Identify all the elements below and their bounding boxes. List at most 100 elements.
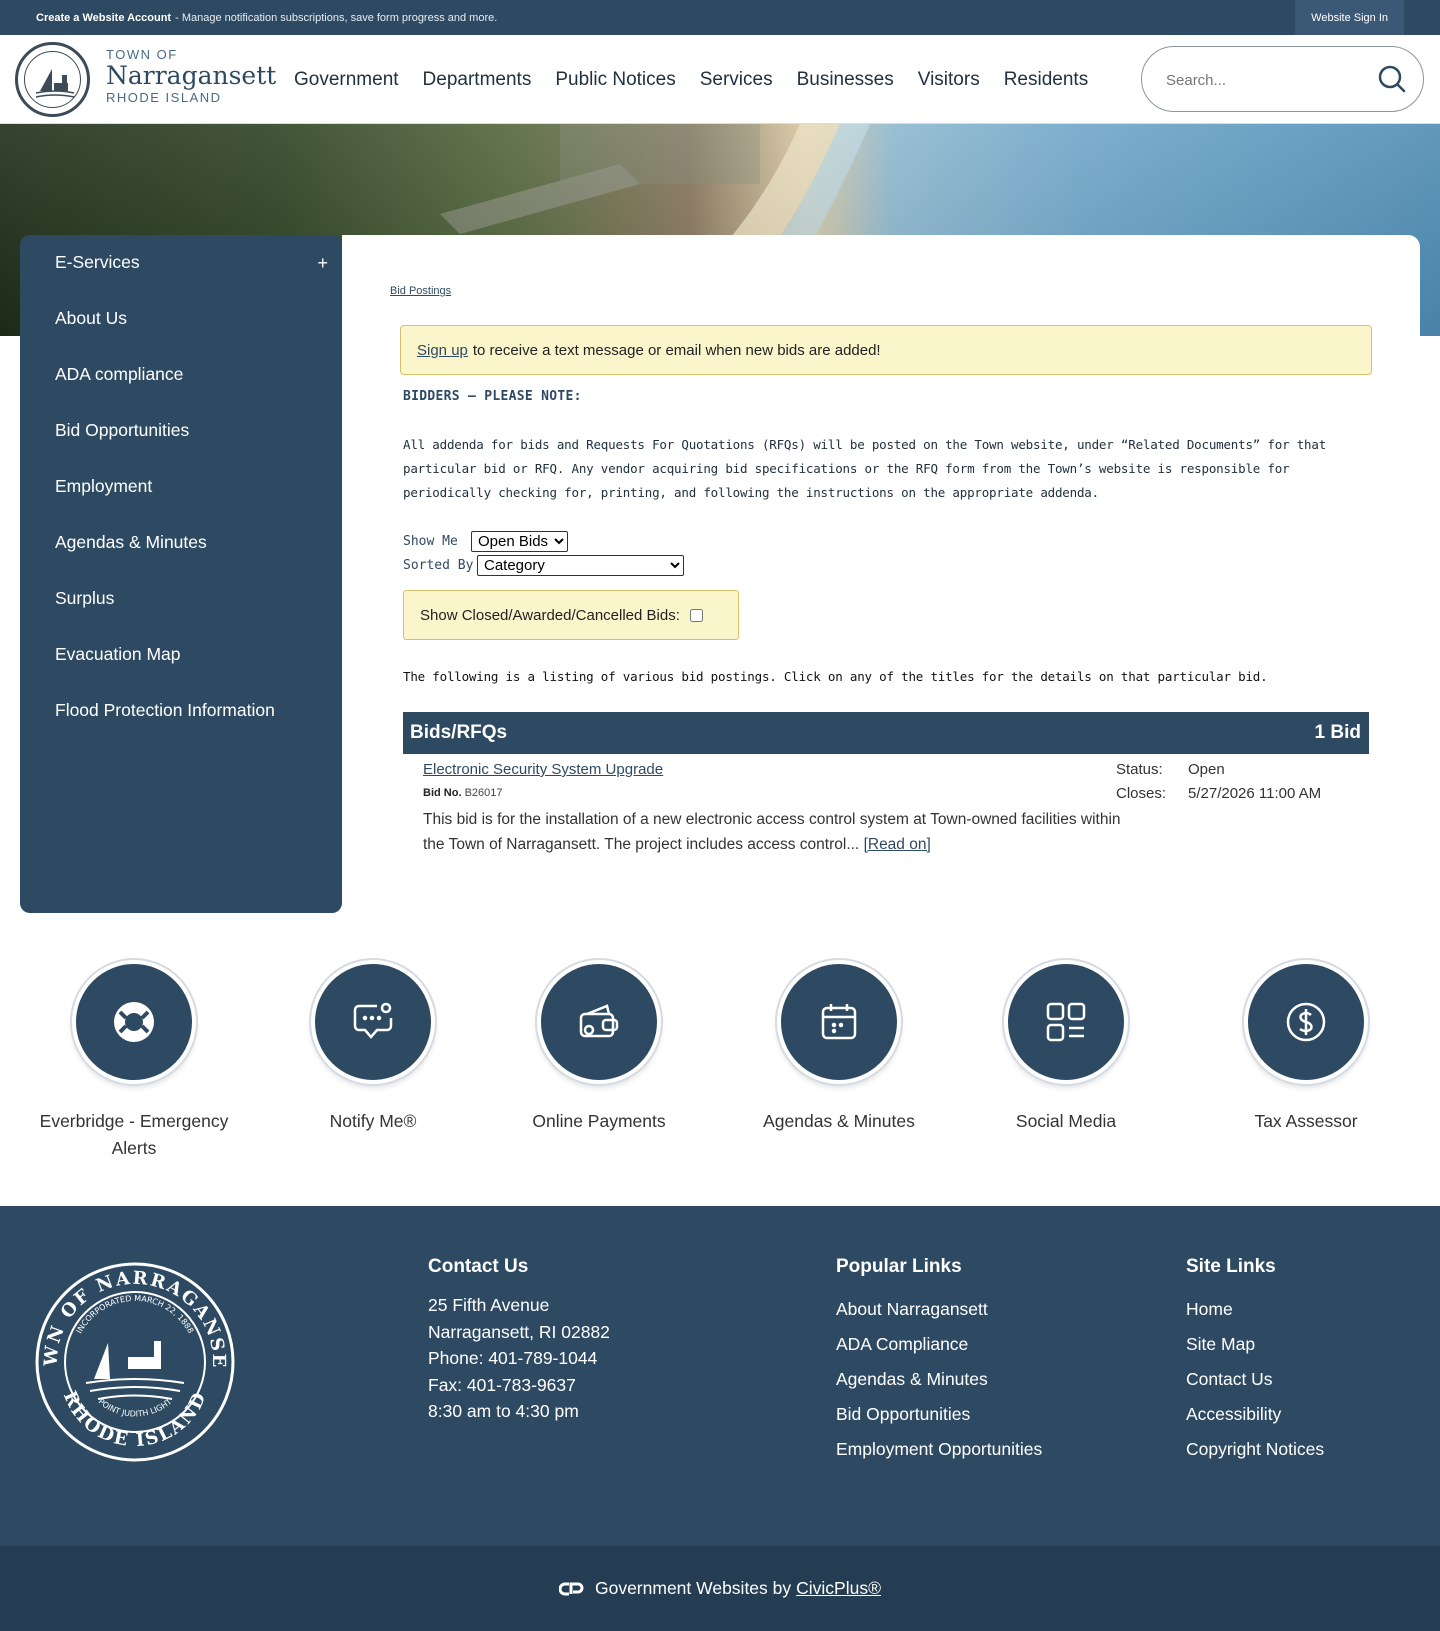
sidebar-item-flood-protection[interactable]: Flood Protection Information	[55, 700, 275, 721]
popular-title: Popular Links	[836, 1256, 962, 1277]
government-websites-text: Government Websites by	[594, 1578, 792, 1598]
dollar-icon	[1244, 960, 1368, 1084]
site-header: TOWN OF Narragansett RHODE ISLAND Govern…	[0, 35, 1440, 124]
expand-plus-icon[interactable]: +	[317, 253, 328, 274]
chat-notify-icon	[311, 960, 435, 1084]
closes-label: Closes:	[1116, 785, 1167, 802]
footer-link-accessibility[interactable]: Accessibility	[1186, 1397, 1324, 1432]
site-links-title: Site Links	[1186, 1256, 1276, 1277]
nav-services[interactable]: Services	[700, 69, 773, 91]
read-on-link[interactable]: [Read on]	[864, 836, 931, 853]
breadcrumb-bid-postings[interactable]: Bid Postings	[390, 285, 451, 297]
civicplus-logo-icon	[558, 1582, 584, 1595]
sidebar-item-bid-opportunities[interactable]: Bid Opportunities	[55, 420, 189, 441]
bids-count: 1 Bid	[1314, 722, 1361, 743]
show-me-label: Show Me	[403, 534, 458, 549]
contact-title: Contact Us	[428, 1256, 529, 1277]
svg-text:TOWN OF NARRAGANSETT: TOWN OF NARRAGANSETT	[34, 1261, 229, 1369]
quick-link-social-media[interactable]: Social Media	[956, 960, 1176, 1135]
footer-popular-links: Popular Links About Narragansett ADA Com…	[836, 1256, 1042, 1467]
footer-link-contact[interactable]: Contact Us	[1186, 1362, 1324, 1397]
bidders-note-title: BIDDERS – PLEASE NOTE:	[403, 389, 582, 404]
grid-icon	[1004, 960, 1128, 1084]
sidebar-item-employment[interactable]: Employment	[55, 476, 152, 497]
footer-link-agendas[interactable]: Agendas & Minutes	[836, 1362, 1042, 1397]
site-brand[interactable]: TOWN OF Narragansett RHODE ISLAND	[106, 47, 276, 105]
quick-link-everbridge[interactable]: Everbridge - Emergency Alerts	[24, 960, 244, 1162]
bids-category-title[interactable]: Bids/RFQs	[410, 722, 507, 744]
calendar-icon	[777, 960, 901, 1084]
bid-title-link[interactable]: Electronic Security System Upgrade	[423, 761, 663, 778]
create-account-link[interactable]: Create a Website Account	[36, 12, 171, 24]
search-input[interactable]	[1166, 67, 1366, 93]
search-icon[interactable]	[1377, 64, 1407, 94]
sidebar-item-ada-compliance[interactable]: ADA compliance	[55, 364, 183, 385]
footer-link-copyright[interactable]: Copyright Notices	[1186, 1432, 1324, 1467]
sorted-by-label: Sorted By	[403, 558, 474, 573]
footer-link-about[interactable]: About Narragansett	[836, 1292, 1042, 1327]
main-content: Bid Postings Sign up to receive a text m…	[342, 235, 1420, 913]
nav-residents[interactable]: Residents	[1004, 69, 1089, 91]
nav-businesses[interactable]: Businesses	[797, 69, 894, 91]
footer-link-site-map[interactable]: Site Map	[1186, 1327, 1324, 1362]
quick-link-label: Tax Assessor	[1254, 1111, 1358, 1131]
sidebar-item-e-services[interactable]: E-Services	[55, 252, 140, 273]
footer-link-home[interactable]: Home	[1186, 1292, 1324, 1327]
nav-visitors[interactable]: Visitors	[918, 69, 980, 91]
phone: Phone: 401-789-1044	[428, 1348, 598, 1368]
quick-link-online-payments[interactable]: Online Payments	[489, 960, 709, 1135]
seal-bottom-text: RHODE ISLAND	[59, 1388, 209, 1451]
sidebar-item-agendas-minutes[interactable]: Agendas & Minutes	[55, 532, 207, 553]
sidebar-item-evacuation-map[interactable]: Evacuation Map	[55, 644, 181, 665]
bid-description: This bid is for the installation of a ne…	[423, 807, 1123, 857]
nav-departments[interactable]: Departments	[423, 69, 532, 91]
seal-inner-bottom-text: POINT JUDITH LIGHT	[97, 1397, 174, 1419]
signup-notice: Sign up to receive a text message or ema…	[400, 325, 1372, 375]
brand-state: RHODE ISLAND	[106, 90, 222, 105]
brand-name: Narragansett	[106, 61, 277, 90]
town-seal-logo[interactable]	[15, 42, 90, 117]
quick-links: Everbridge - Emergency Alerts Notify Me®…	[0, 960, 1440, 1200]
show-closed-filter: Show Closed/Awarded/Cancelled Bids:	[403, 590, 739, 640]
hours: 8:30 am to 4:30 pm	[428, 1401, 579, 1421]
bid-number-value: B26017	[464, 787, 503, 799]
top-utility-bar: Create a Website Account - Manage notifi…	[0, 0, 1440, 35]
closes-value: 5/27/2026 11:00 AM	[1188, 785, 1322, 802]
seal-top-text: TOWN OF NARRAGANSETT	[34, 1261, 227, 1369]
svg-text:RHODE ISLAND: RHODE ISLAND	[59, 1388, 211, 1451]
footer-link-employment[interactable]: Employment Opportunities	[836, 1432, 1042, 1467]
lifebuoy-icon	[72, 960, 196, 1084]
status-label: Status:	[1116, 761, 1163, 778]
civicplus-link[interactable]: CivicPlus®	[796, 1578, 881, 1599]
listing-description: The following is a listing of various bi…	[403, 669, 1268, 684]
quick-link-label: Social Media	[1015, 1111, 1117, 1131]
sidebar-item-surplus[interactable]: Surplus	[55, 588, 114, 609]
wallet-icon	[537, 960, 661, 1084]
footer-bottom-bar: Government Websites by CivicPlus®	[0, 1546, 1440, 1631]
quick-link-notify-me[interactable]: Notify Me®	[263, 960, 483, 1135]
site-footer: TOWN OF NARRAGANSETT RHODE ISLAND INCORP…	[0, 1206, 1440, 1546]
brand-town-of: TOWN OF	[106, 47, 178, 62]
bid-meta: Status: Open Closes: 5/27/2026 11:00 AM	[1116, 761, 1321, 809]
show-closed-checkbox[interactable]	[689, 608, 703, 622]
create-account-description: - Manage notification subscriptions, sav…	[175, 11, 498, 24]
quick-link-agendas-minutes[interactable]: Agendas & Minutes	[729, 960, 949, 1135]
address-line-1: 25 Fifth Avenue	[428, 1295, 550, 1315]
nav-public-notices[interactable]: Public Notices	[555, 69, 675, 91]
footer-link-bids[interactable]: Bid Opportunities	[836, 1397, 1042, 1432]
nav-government[interactable]: Government	[294, 69, 399, 91]
notice-text: to receive a text message or email when …	[472, 341, 881, 359]
sidebar-item-about-us[interactable]: About Us	[55, 308, 127, 329]
website-sign-in-button[interactable]: Website Sign In	[1295, 0, 1404, 35]
quick-link-label: Online Payments	[532, 1111, 666, 1131]
search-box	[1141, 46, 1424, 112]
town-seal-large: TOWN OF NARRAGANSETT RHODE ISLAND INCORP…	[34, 1261, 235, 1462]
bid-number-label: Bid No.	[423, 787, 462, 799]
sign-up-link[interactable]: Sign up	[417, 342, 468, 359]
sorted-by-select[interactable]: Category	[477, 555, 684, 576]
status-value: Open	[1188, 761, 1225, 778]
footer-link-ada[interactable]: ADA Compliance	[836, 1327, 1042, 1362]
show-me-select[interactable]: Open Bids	[471, 531, 568, 552]
quick-link-tax-assessor[interactable]: Tax Assessor	[1196, 960, 1416, 1135]
fax: Fax: 401-783-9637	[428, 1374, 576, 1395]
